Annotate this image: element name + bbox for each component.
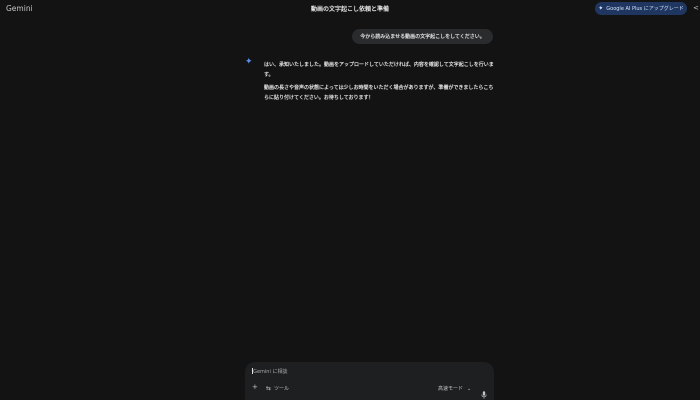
plus-icon[interactable]: + — [252, 384, 258, 391]
top-bar: Gemini 動画の文字起こし依頼と準備 ✦ Google AI Plus にア… — [0, 0, 700, 18]
tools-label: ツール — [274, 386, 290, 392]
sparkle-icon: ✦ — [598, 5, 604, 12]
mode-select[interactable]: 高速モード ⌄ — [438, 385, 472, 393]
upgrade-button[interactable]: ✦ Google AI Plus にアップグレード — [595, 2, 687, 15]
chevron-down-icon: ⌄ — [467, 385, 472, 392]
microphone-icon[interactable] — [481, 384, 487, 400]
tools-icon: ⇆ — [266, 385, 272, 392]
user-message-bubble: 今から読み込ませる動画の文字起こしをしてください。 — [352, 29, 493, 44]
response-paragraph: 動画の長さや音声の状態によっては少しお時間をいただく場合がありますが、準備ができ… — [264, 85, 494, 101]
prompt-input-box[interactable]: Gemini に相談 + ⇆ ツール 高速モード ⌄ — [245, 362, 494, 400]
prompt-placeholder: Gemini に相談 — [253, 369, 288, 375]
response-paragraph: はい、承知いたしました。動画をアップロードしていただければ、内容を確認して文字起… — [264, 62, 494, 78]
model-response: はい、承知いたしました。動画をアップロードしていただければ、内容を確認して文字起… — [264, 61, 494, 107]
user-message-text: 今から読み込ませる動画の文字起こしをしてください。 — [360, 34, 485, 40]
share-icon[interactable]: < — [693, 4, 699, 12]
gemini-app: Gemini 動画の文字起こし依頼と準備 ✦ Google AI Plus にア… — [0, 0, 700, 400]
tools-button[interactable]: ⇆ ツール — [266, 385, 289, 392]
gemini-sparkle-icon: ✦ — [245, 57, 253, 67]
upgrade-button-label: Google AI Plus にアップグレード — [606, 6, 684, 12]
prompt-input[interactable]: Gemini に相談 — [252, 368, 287, 375]
mode-label: 高速モード — [438, 386, 464, 392]
